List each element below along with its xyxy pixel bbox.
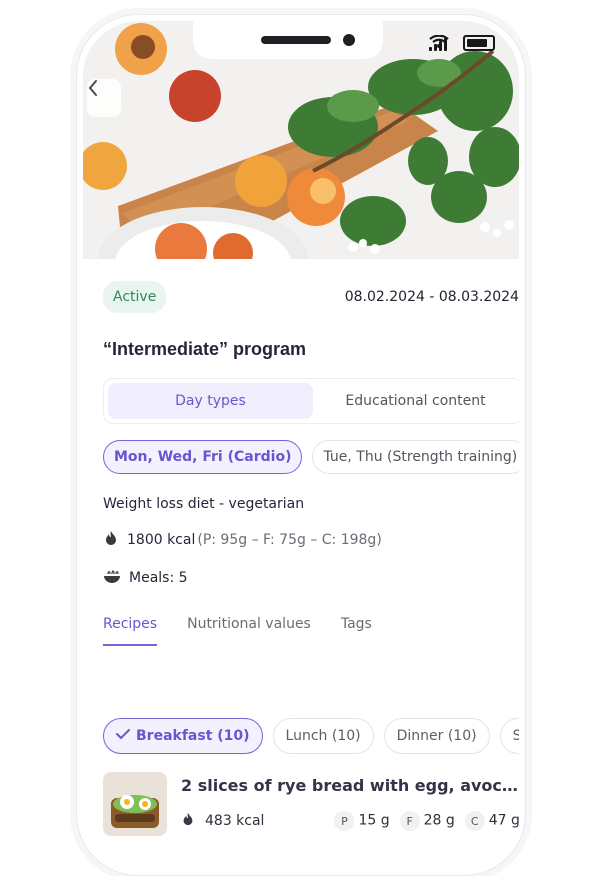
chip-tue-thu[interactable]: Tue, Thu (Strength training) <box>312 440 519 474</box>
content-tabs: Recipes Nutritional values Tags <box>103 616 519 646</box>
bowl-icon <box>103 568 121 588</box>
program-content: Active 08.02.2024 - 08.03.2024 “Intermed… <box>103 259 519 836</box>
meals-count: Meals: 5 <box>129 570 188 586</box>
day-type-chips: Mon, Wed, Fri (Cardio) Tue, Thu (Strengt… <box>103 440 519 474</box>
meal-chips: Breakfast (10) Lunch (10) Dinner (10) S <box>103 718 519 754</box>
program-dates: 08.02.2024 - 08.03.2024 <box>344 289 519 305</box>
front-camera <box>343 34 355 46</box>
check-icon <box>116 728 130 744</box>
carbs-label: C <box>464 811 485 831</box>
meal-chip-dinner[interactable]: Dinner (10) <box>383 718 490 754</box>
recipe-item[interactable]: 2 slices of rye bread with egg, avocado … <box>103 772 519 836</box>
flame-icon <box>181 812 195 830</box>
speaker-grille <box>261 36 331 44</box>
tab-tags[interactable]: Tags <box>341 616 372 646</box>
kcal-value: 1800 kcal <box>127 532 196 548</box>
diet-name: Weight loss diet - vegetarian <box>103 496 305 512</box>
flame-icon <box>103 530 119 550</box>
carbs-value: 47 g <box>488 812 519 829</box>
chip-mon-wed-fri[interactable]: Mon, Wed, Fri (Cardio) <box>103 440 303 474</box>
screen: Active 08.02.2024 - 08.03.2024 “Intermed… <box>83 21 519 875</box>
status-bar-icons <box>429 35 495 51</box>
macros-summary: (P: 95g – F: 75g – C: 198g) <box>197 532 382 548</box>
program-hero-image <box>83 21 519 259</box>
meal-chip-breakfast[interactable]: Breakfast (10) <box>103 718 263 754</box>
meals-row: Meals: 5 <box>103 568 519 588</box>
recipe-title: 2 slices of rye bread with egg, avocado … <box>181 776 519 795</box>
phone-notch <box>193 21 383 59</box>
fat-value: 28 g <box>423 812 455 829</box>
meal-chip-lunch[interactable]: Lunch (10) <box>272 718 374 754</box>
tab-day-types[interactable]: Day types <box>108 383 313 419</box>
tab-nutritional-values[interactable]: Nutritional values <box>187 616 311 646</box>
recipe-kcal: 483 kcal <box>205 813 265 829</box>
tab-educational-content[interactable]: Educational content <box>313 383 518 419</box>
back-button[interactable] <box>87 79 121 117</box>
protein-value: 15 g <box>358 812 390 829</box>
tab-recipes[interactable]: Recipes <box>103 616 158 646</box>
calories-row: 1800 kcal (P: 95g – F: 75g – C: 198g) <box>103 530 519 550</box>
phone-frame: Active 08.02.2024 - 08.03.2024 “Intermed… <box>76 14 526 876</box>
fat-label: F <box>399 811 420 831</box>
meal-chip-label: Breakfast (10) <box>136 728 250 744</box>
program-title: “Intermediate” program <box>103 339 307 359</box>
meal-chip-snack[interactable]: S <box>499 718 519 754</box>
status-badge: Active <box>103 281 167 313</box>
protein-label: P <box>334 811 355 831</box>
battery-icon <box>463 35 495 51</box>
recipe-thumbnail <box>103 772 167 836</box>
segmented-control: Day types Educational content <box>103 378 519 424</box>
recipe-macros: 483 kcal P 15 g F 28 g C 47 g <box>181 811 519 831</box>
